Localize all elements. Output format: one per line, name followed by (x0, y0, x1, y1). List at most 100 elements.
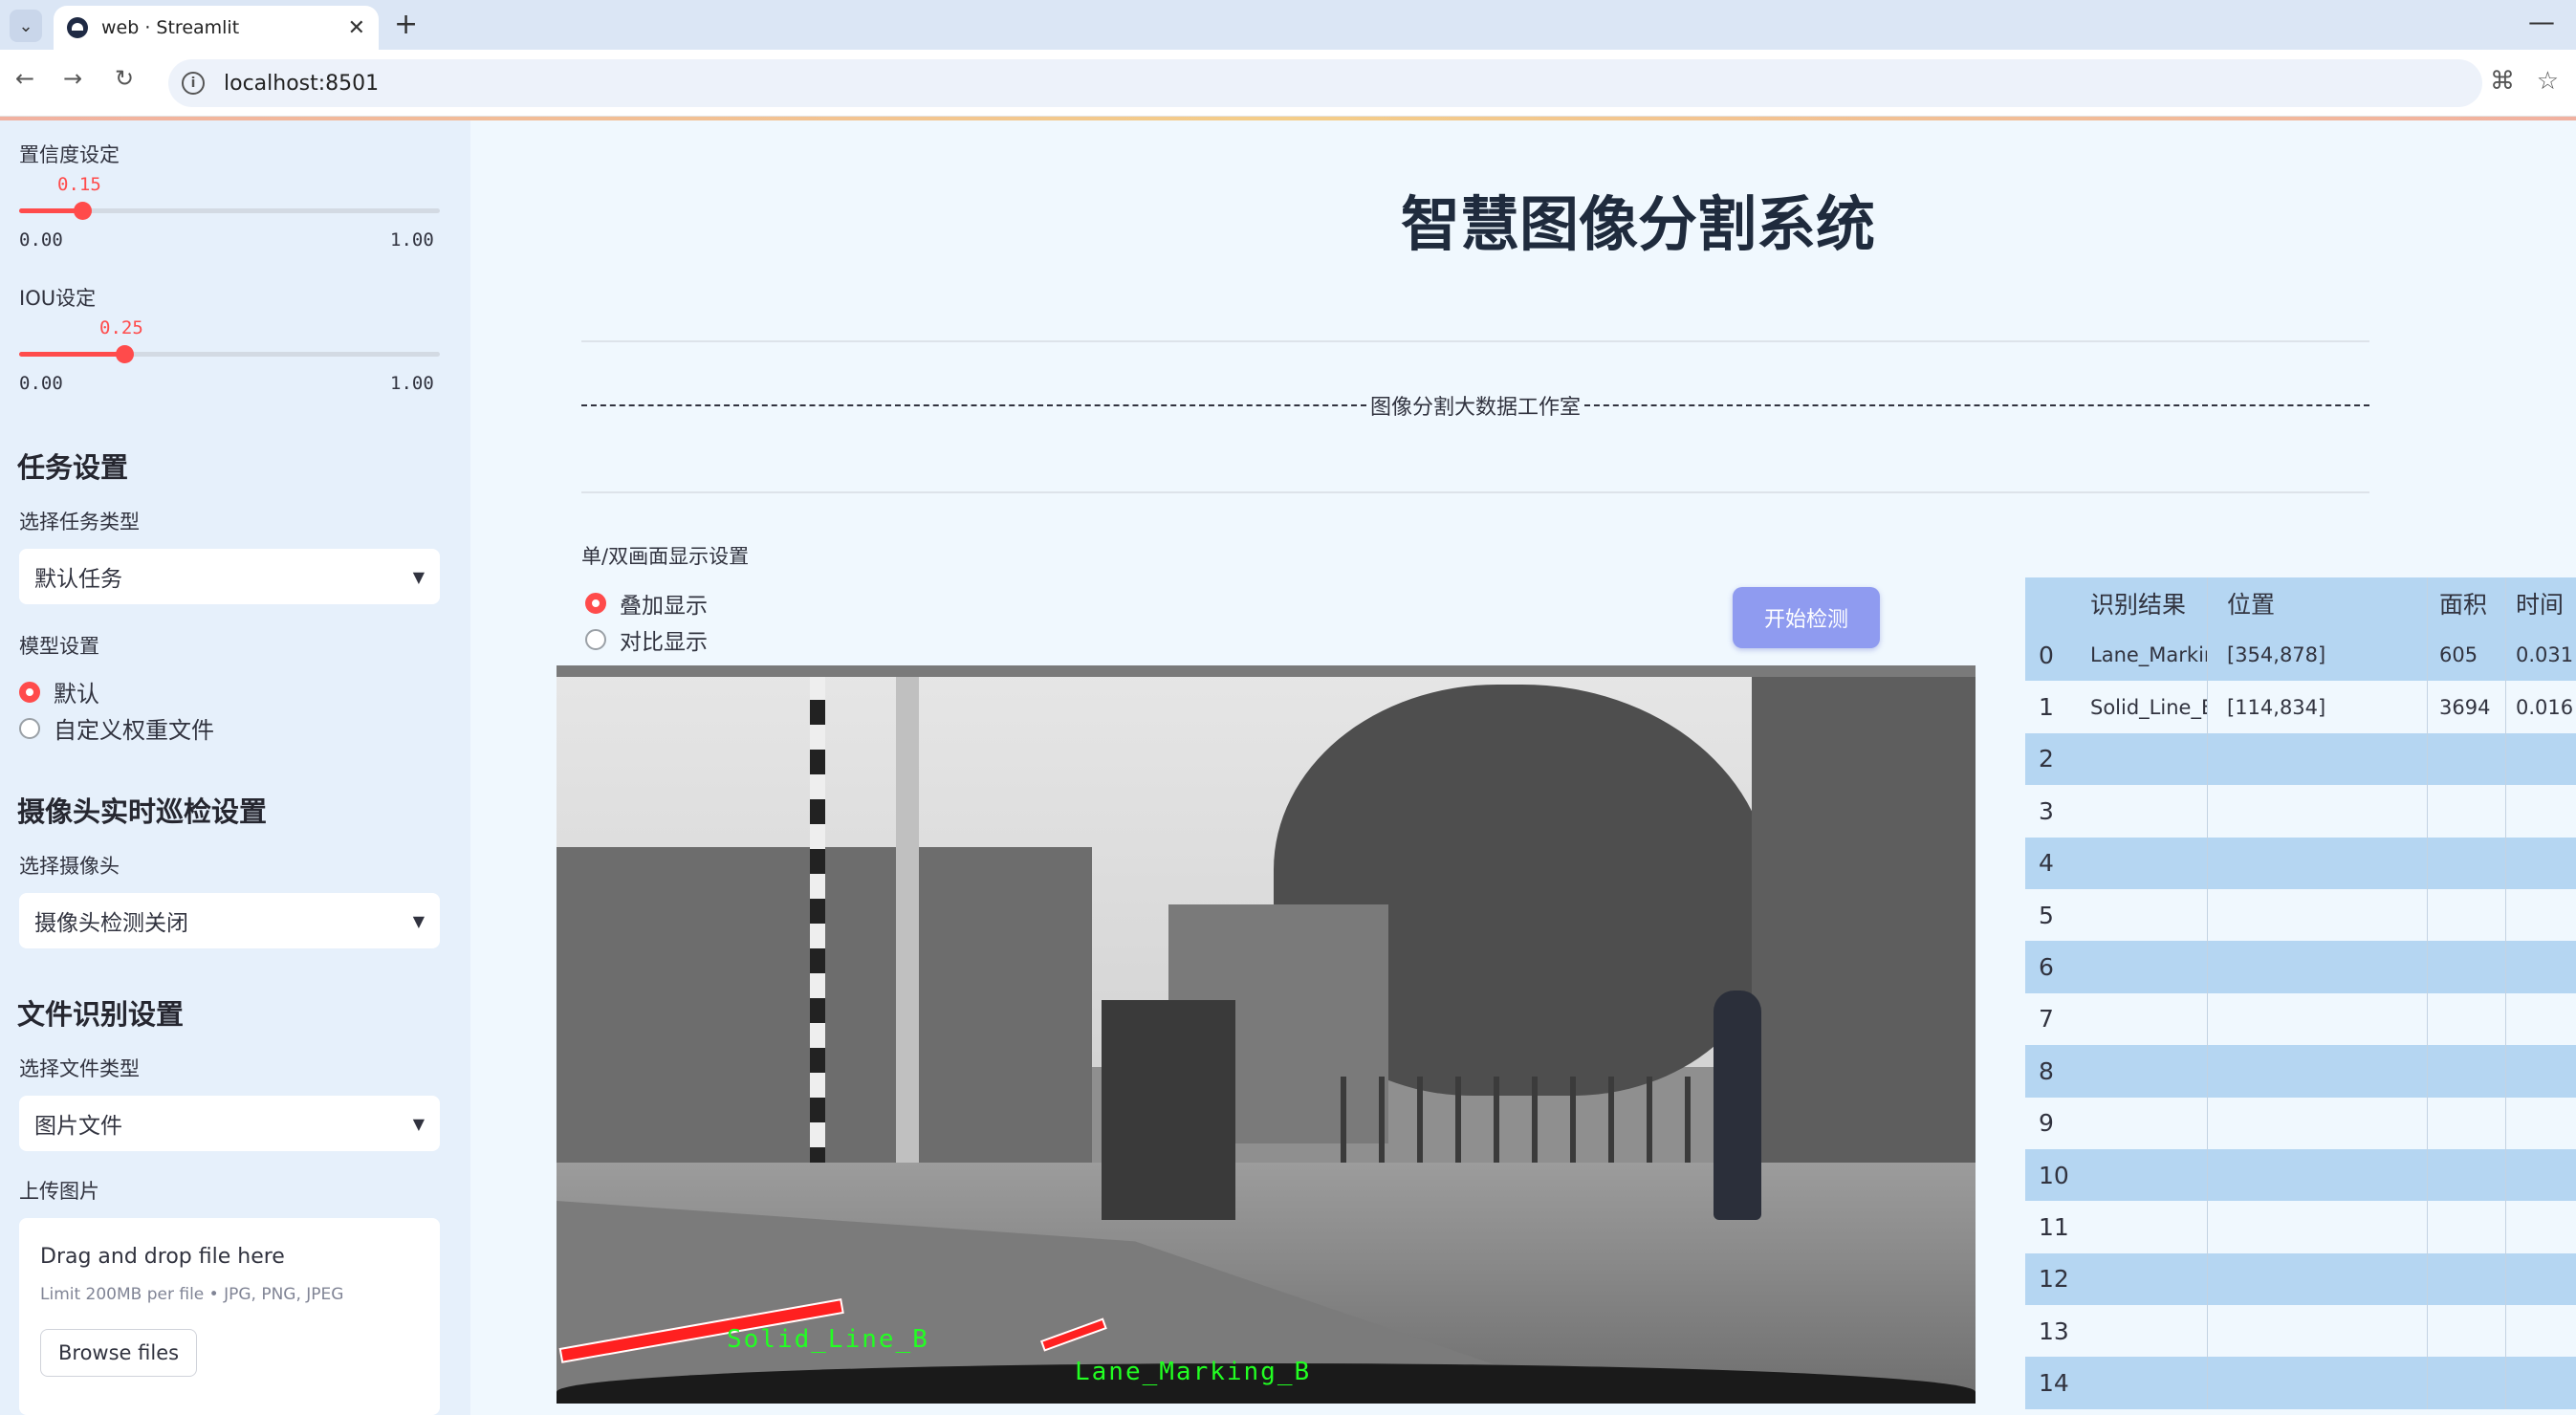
tab-search-chevron-icon[interactable]: ⌄ (10, 10, 42, 42)
table-row[interactable]: 1 Solid_Line_B [114,834] 3694 0.016 (2025, 681, 2576, 733)
table-row[interactable]: 7 (2025, 992, 2576, 1046)
studio-text: 图像分割大数据工作室 (1370, 396, 1582, 420)
display-option-overlay[interactable]: 叠加显示 (585, 587, 708, 620)
table-row[interactable]: 8 (2025, 1045, 2576, 1098)
table-row[interactable]: 4 (2025, 837, 2576, 889)
tab-title: web · Streamlit (101, 17, 240, 38)
cell-position (2207, 1252, 2427, 1306)
cell-time (2505, 992, 2576, 1046)
confidence-value: 0.15 (57, 174, 101, 195)
cell-position (2207, 837, 2427, 889)
address-bar[interactable]: i localhost:8501 (168, 59, 2482, 107)
file-settings-heading: 文件识别设置 (17, 998, 185, 1031)
row-index: 13 (2039, 1317, 2069, 1345)
model-option-default[interactable]: 默认 (19, 675, 99, 708)
forward-arrow-icon[interactable]: → (63, 65, 82, 92)
photo-signal-pole (896, 675, 919, 1172)
upload-title: Drag and drop file here (40, 1245, 285, 1269)
iou-slider-thumb[interactable] (116, 345, 134, 363)
results-table[interactable]: 识别结果 位置 面积 时间 0Lane_Marking_B[354,878]60… (2025, 577, 2576, 1409)
model-option-label: 默认 (54, 681, 99, 708)
cell-time: 0.031 (2505, 629, 2576, 682)
row-index: 0 (2039, 641, 2054, 669)
camera-settings-heading: 摄像头实时巡检设置 (17, 795, 268, 828)
cell-time (2505, 1045, 2576, 1098)
radio-button[interactable] (585, 593, 606, 614)
iou-min: 0.00 (19, 373, 63, 394)
display-option-compare[interactable]: 对比显示 (585, 623, 708, 656)
cell-position (2207, 1357, 2427, 1409)
bookmark-star-icon[interactable]: ☆ (2537, 67, 2559, 96)
browser-toolbar: ← → ↻ i localhost:8501 ⌘ ☆ (0, 50, 2576, 117)
site-info-icon[interactable]: i (182, 72, 205, 95)
close-tab-icon[interactable]: ✕ (348, 16, 365, 40)
translate-icon[interactable]: ⌘ (2490, 67, 2515, 96)
row-index: 9 (2039, 1109, 2054, 1138)
table-row[interactable]: 11 (2025, 1201, 2576, 1253)
table-row[interactable]: 2 (2025, 732, 2576, 786)
new-tab-plus-icon[interactable]: + (394, 8, 418, 41)
cell-area (2427, 837, 2505, 889)
task-type-value: 默认任务 (34, 567, 122, 592)
camera-select[interactable]: 摄像头检测关闭 ▼ (19, 893, 440, 948)
radio-button[interactable] (19, 717, 40, 739)
column-header[interactable]: 时间 (2505, 577, 2576, 629)
radio-button[interactable] (19, 681, 40, 703)
table-row[interactable]: 10 (2025, 1148, 2576, 1202)
confidence-label: 置信度设定 (19, 143, 120, 166)
minimize-window-icon[interactable]: — (2528, 6, 2555, 37)
table-row[interactable]: 3 (2025, 785, 2576, 838)
cell-position (2207, 1097, 2427, 1149)
confidence-min: 0.00 (19, 229, 63, 250)
column-header[interactable]: 位置 (2207, 577, 2427, 629)
start-detection-button[interactable]: 开始检测 (1733, 587, 1880, 648)
cell-time (2505, 837, 2576, 889)
table-row[interactable]: 12 (2025, 1252, 2576, 1306)
confidence-slider-thumb[interactable] (74, 202, 92, 220)
table-row[interactable]: 14 (2025, 1357, 2576, 1409)
row-index: 5 (2039, 901, 2054, 929)
cell-area (2427, 785, 2505, 838)
file-uploader-dropzone[interactable]: Drag and drop file here Limit 200MB per … (19, 1218, 440, 1415)
reload-icon[interactable]: ↻ (115, 65, 134, 92)
camera-select-label: 选择摄像头 (19, 855, 120, 878)
cell-time (2505, 1252, 2576, 1306)
cell-area: 3694 (2427, 681, 2505, 733)
browser-tab[interactable]: web · Streamlit ✕ (54, 6, 379, 50)
task-type-label: 选择任务类型 (19, 511, 140, 533)
row-index: 6 (2039, 953, 2054, 982)
row-index: 7 (2039, 1005, 2054, 1034)
main-content: 智慧图像分割系统 图像分割大数据工作室 单/双画面显示设置 叠加显示 对比显示 … (470, 120, 2576, 1415)
file-type-value: 图片文件 (34, 1114, 122, 1139)
table-row[interactable]: 5 (2025, 888, 2576, 942)
row-index: 1 (2039, 693, 2054, 722)
table-row[interactable]: 6 (2025, 941, 2576, 993)
model-option-custom[interactable]: 自定义权重文件 (19, 711, 214, 745)
task-type-select[interactable]: 默认任务 ▼ (19, 549, 440, 604)
divider (581, 491, 2369, 493)
row-index: 4 (2039, 849, 2054, 878)
row-index: 10 (2039, 1161, 2069, 1189)
column-header[interactable]: 面积 (2427, 577, 2505, 629)
back-arrow-icon[interactable]: ← (15, 65, 34, 92)
photo-striped-pole (810, 675, 825, 1172)
table-row[interactable]: 9 (2025, 1097, 2576, 1149)
browser-tab-bar: ⌄ web · Streamlit ✕ + — (0, 0, 2576, 50)
column-header[interactable]: 识别结果 (2073, 586, 2207, 620)
model-settings-label: 模型设置 (19, 635, 99, 658)
browse-files-button[interactable]: Browse files (40, 1329, 198, 1377)
cell-position (2207, 941, 2427, 993)
file-type-select[interactable]: 图片文件 ▼ (19, 1096, 440, 1151)
cell-area (2427, 1252, 2505, 1306)
table-row[interactable]: 13 (2025, 1305, 2576, 1358)
url-text[interactable]: localhost:8501 (224, 72, 379, 96)
table-row[interactable]: 0 Lane_Marking_B[354,878]6050.031 (2025, 629, 2576, 682)
cell-area (2427, 888, 2505, 942)
radio-button[interactable] (585, 629, 606, 650)
cell-area (2427, 1045, 2505, 1098)
row-index: 14 (2039, 1369, 2069, 1398)
cell-time (2505, 785, 2576, 838)
cell-position: [114,834] (2207, 681, 2427, 733)
iou-slider[interactable] (19, 345, 440, 363)
confidence-slider[interactable] (19, 202, 440, 220)
